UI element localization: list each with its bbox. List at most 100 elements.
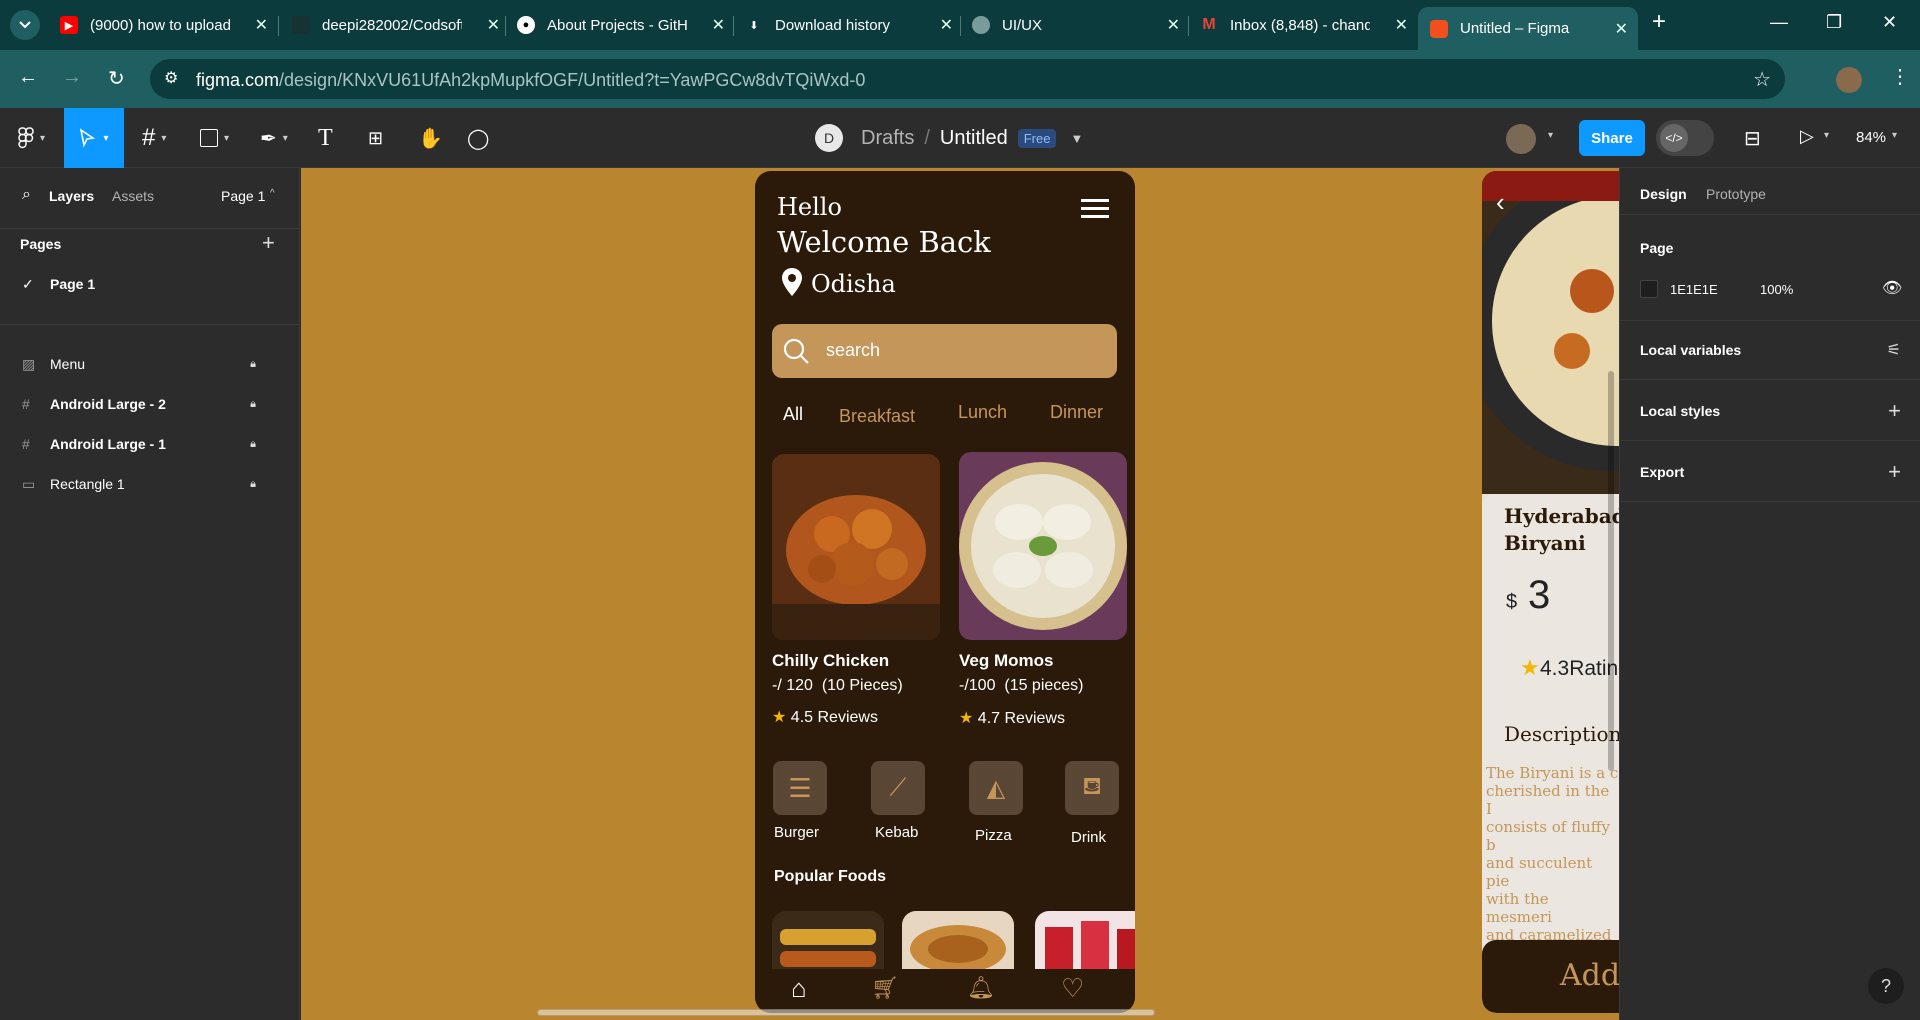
browser-tab-figma[interactable]: Untitled – Figma ✕	[1418, 7, 1638, 50]
workspace-avatar[interactable]: D	[815, 124, 843, 152]
home-icon[interactable]: ⌂	[791, 973, 807, 1004]
bookmark-star-icon[interactable]: ☆	[1753, 67, 1771, 92]
browser-tab-github[interactable]: ● About Projects - GitHub ✕	[505, 9, 735, 41]
close-icon[interactable]: ✕	[712, 15, 725, 35]
page-opacity-value[interactable]: 100%	[1760, 282, 1793, 297]
share-button[interactable]: Share	[1579, 120, 1645, 156]
page-color-value[interactable]: 1E1E1E	[1670, 282, 1718, 297]
restore-button[interactable]: ❐	[1826, 12, 1842, 33]
resources-tool[interactable]: ⊞	[368, 122, 383, 154]
export-row[interactable]: Export +	[1620, 442, 1920, 502]
back-icon[interactable]: ‹	[1496, 187, 1505, 218]
veg-momos-image[interactable]	[959, 452, 1127, 640]
popular-food-image[interactable]	[772, 911, 884, 977]
add-page-icon[interactable]: +	[262, 230, 275, 256]
main-menu-button[interactable]: ▾	[18, 122, 45, 154]
library-icon[interactable]: ⊟	[1744, 126, 1761, 151]
android-frame-home[interactable]: Hello Welcome Back Odisha search All Bre…	[755, 171, 1135, 1013]
horizontal-scrollbar[interactable]	[537, 1009, 1155, 1016]
kebab-button[interactable]: ⟋	[871, 761, 925, 815]
eye-icon[interactable]: 👁︎	[1882, 278, 1902, 298]
tab-search-button[interactable]	[10, 10, 40, 40]
browser-tab-uiux[interactable]: UI/UX ✕	[960, 9, 1190, 41]
chevron-down-icon[interactable]: ▾	[1892, 130, 1897, 141]
close-icon[interactable]: ✕	[1615, 19, 1628, 39]
lock-icon[interactable]: 🔒︎	[250, 478, 256, 491]
burger-button[interactable]: ☰	[773, 761, 827, 815]
help-button[interactable]: ?	[1868, 968, 1904, 1004]
close-icon[interactable]: ✕	[487, 15, 500, 35]
layer-item-rectangle-1[interactable]: ▭ Rectangle 1 🔒︎	[0, 464, 300, 504]
hand-tool[interactable]: ✋	[418, 122, 443, 154]
android-frame-detail[interactable]: ‹ Hyderabadi Biryani $ 3 ★ 4.3Ratin Desc…	[1482, 171, 1619, 1013]
layer-item-android-large-2[interactable]: # Android Large - 2 🔒︎	[0, 384, 300, 424]
local-styles-row[interactable]: Local styles +	[1620, 381, 1920, 441]
local-variables-row[interactable]: Local variables ⚟	[1620, 320, 1920, 380]
add-icon[interactable]: +	[1888, 398, 1901, 424]
move-tool[interactable]: ▾	[64, 108, 124, 168]
add-icon[interactable]: +	[1888, 459, 1901, 485]
search-icon[interactable]: ⌕	[22, 186, 31, 204]
popular-food-image[interactable]	[902, 911, 1014, 977]
browser-tab-youtube[interactable]: ▶ (9000) how to upload ✕	[48, 9, 278, 41]
close-icon[interactable]: ✕	[1167, 15, 1180, 35]
layer-item-menu[interactable]: ▨ Menu 🔒︎	[0, 344, 300, 384]
back-icon[interactable]: ←	[18, 66, 38, 89]
close-icon[interactable]: ✕	[940, 15, 953, 35]
present-icon[interactable]: ▷	[1800, 126, 1814, 147]
browser-tab-downloads[interactable]: ⬇ Download history ✕	[733, 9, 963, 41]
lock-icon[interactable]: 🔒︎	[250, 438, 256, 451]
browser-tab-gmail[interactable]: M Inbox (8,848) - chandu ✕	[1188, 9, 1418, 41]
category-lunch[interactable]: Lunch	[958, 402, 1007, 423]
close-window-button[interactable]: ✕	[1882, 12, 1897, 33]
category-all[interactable]: All	[783, 404, 803, 425]
comment-tool[interactable]: ◯	[467, 122, 489, 154]
layer-item-android-large-1[interactable]: # Android Large - 1 🔒︎	[0, 424, 300, 464]
file-name[interactable]: Untitled	[940, 127, 1008, 150]
category-dinner[interactable]: Dinner	[1050, 402, 1103, 423]
category-breakfast[interactable]: Breakfast	[839, 406, 915, 427]
tab-layers[interactable]: Layers	[49, 188, 94, 204]
minimize-button[interactable]: —	[1770, 12, 1788, 33]
cart-icon[interactable]: 🛒︎	[871, 975, 899, 1001]
profile-avatar[interactable]	[1836, 67, 1862, 93]
tab-design[interactable]: Design	[1640, 186, 1687, 202]
text-tool[interactable]: T	[318, 122, 333, 154]
browser-menu-icon[interactable]: ⋮	[1890, 64, 1910, 89]
pen-tool[interactable]: ✒ ▾	[260, 122, 288, 154]
close-icon[interactable]: ✕	[1395, 15, 1408, 35]
zoom-level[interactable]: 84%	[1856, 129, 1886, 146]
user-avatar[interactable]	[1506, 124, 1536, 154]
add-to-cart-button[interactable]: Add	[1482, 940, 1619, 1013]
close-icon[interactable]: ✕	[255, 15, 268, 35]
chevron-down-icon[interactable]: ▾	[1824, 130, 1829, 141]
chevron-down-icon[interactable]: ▾	[1548, 130, 1553, 141]
lock-icon[interactable]: 🔒︎	[250, 398, 256, 411]
adjust-icon[interactable]: ⚟	[1887, 340, 1901, 360]
search-input[interactable]: search	[772, 324, 1117, 378]
vertical-scrollbar[interactable]	[1608, 371, 1614, 771]
page-color-swatch[interactable]	[1640, 280, 1658, 298]
new-tab-button[interactable]: +	[1652, 8, 1666, 36]
site-settings-icon[interactable]: ⚙	[164, 68, 178, 88]
page-selector[interactable]: Page 1	[221, 188, 265, 204]
hamburger-menu-icon[interactable]	[1081, 199, 1109, 218]
popular-food-image[interactable]	[1035, 911, 1135, 977]
breadcrumb-drafts[interactable]: Drafts	[861, 127, 914, 150]
chilly-chicken-image[interactable]	[772, 454, 940, 640]
page-item[interactable]: ✓ Page 1	[0, 264, 300, 304]
pizza-button[interactable]: ◭	[969, 761, 1023, 815]
lock-icon[interactable]: 🔒︎	[250, 358, 256, 371]
bell-icon[interactable]: 🔔︎	[967, 975, 995, 1001]
url-field[interactable]: ⚙ figma.com/design/KNxVU61UfAh2kpMupkfOG…	[150, 59, 1785, 99]
frame-tool[interactable]: # ▾	[142, 122, 166, 154]
forward-icon[interactable]: →	[62, 66, 82, 89]
tab-assets[interactable]: Assets	[112, 188, 154, 204]
drink-button[interactable]: ⛾	[1065, 761, 1119, 815]
reload-icon[interactable]: ↻	[108, 66, 125, 91]
dev-mode-toggle[interactable]: </>	[1656, 120, 1714, 156]
browser-tab-codsoft[interactable]: deepi282002/Codsoft ✕	[280, 9, 510, 41]
heart-icon[interactable]: ♡	[1061, 973, 1084, 1004]
chevron-down-icon[interactable]: ▼	[1070, 131, 1083, 146]
design-canvas[interactable]: Hello Welcome Back Odisha search All Bre…	[301, 168, 1619, 1020]
